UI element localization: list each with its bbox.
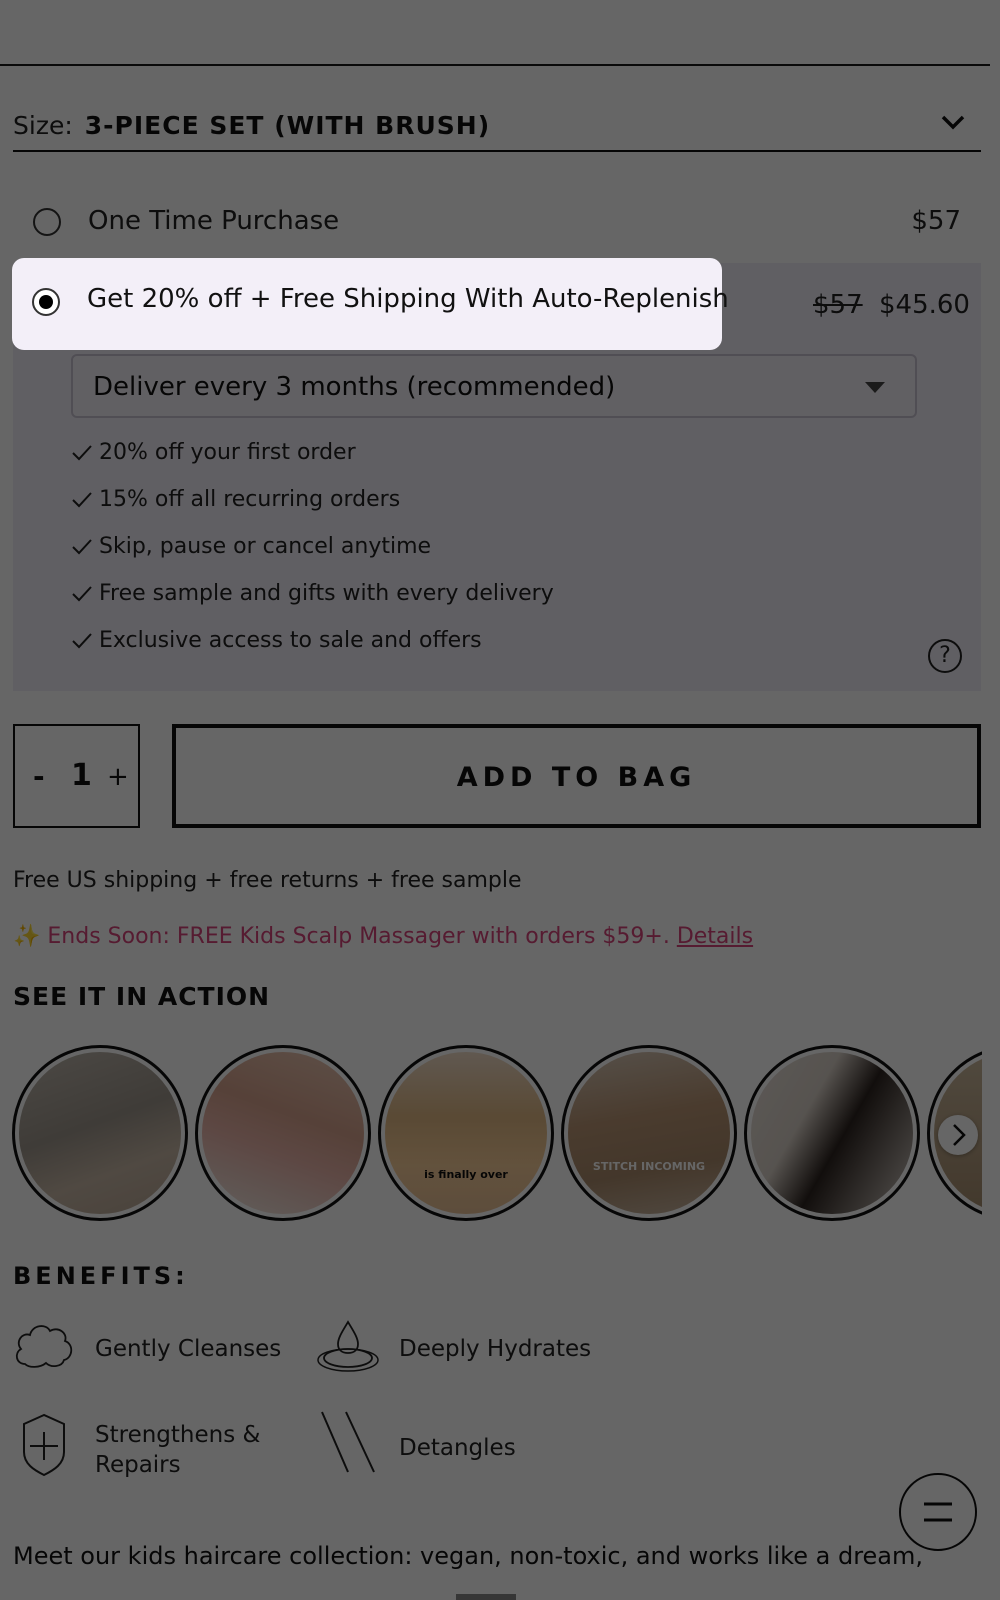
size-selector[interactable]: Size: 3-PIECE SET (WITH BRUSH) [13,100,981,152]
delivery-frequency-select[interactable]: Deliver every 3 months (recommended) [71,354,917,418]
carousel-next-button[interactable] [938,1115,978,1155]
video-thumbnail[interactable] [744,1045,920,1221]
shield-plus-icon [23,1413,65,1477]
water-drop-icon [317,1320,379,1372]
benefit-strengthens-repairs: Strengthens & Repairs [95,1420,260,1480]
benefit-deeply-hydrates: Deeply Hydrates [399,1336,592,1362]
perk-item: Skip, pause or cancel anytime [71,532,554,579]
benefit-gently-cleanses: Gently Cleanses [95,1336,282,1362]
video-thumbnail[interactable]: STITCH INCOMING [561,1045,737,1221]
product-page: Size: 3-PIECE SET (WITH BRUSH) One Time … [0,0,1000,1600]
add-to-bag-button[interactable]: ADD TO BAG [172,724,981,828]
caret-down-icon [865,382,885,393]
one-time-purchase-option[interactable]: One Time Purchase $57 [13,193,981,253]
checkmark-icon [72,539,92,555]
chevron-down-icon[interactable] [939,112,967,132]
video-thumbnail[interactable] [195,1045,371,1221]
divider [0,64,990,66]
perk-text: 15% off all recurring orders [99,487,401,512]
add-to-bag-label: ADD TO BAG [456,762,697,793]
sparkle-icon: ✨ [13,924,41,949]
shipping-note: Free US shipping + free returns + free s… [13,868,522,893]
promo-banner: ✨ Ends Soon: FREE Kids Scalp Massager wi… [13,924,753,949]
increment-button[interactable]: + [107,762,129,792]
checkmark-icon [72,633,92,649]
size-label: Size: [13,110,73,140]
one-time-price: $57 [911,206,961,236]
promo-text: Ends Soon: FREE Kids Scalp Massager with… [40,924,677,949]
quantity-value[interactable]: 1 [71,758,92,793]
video-caption: is finally over [424,1168,508,1181]
video-carousel: is finally over STITCH INCOMING [12,1045,982,1221]
one-time-radio[interactable] [33,208,61,236]
menu-button[interactable] [899,1473,977,1551]
video-caption: STITCH INCOMING [592,1160,706,1173]
see-it-in-action-title: SEE IT IN ACTION [13,982,271,1011]
promo-details-link[interactable]: Details [677,924,753,949]
perk-text: Free sample and gifts with every deliver… [99,581,554,606]
menu-icon [924,1502,952,1522]
perk-item: 15% off all recurring orders [71,485,554,532]
checkmark-icon [72,492,92,508]
benefits-title: BENEFITS: [13,1262,189,1290]
perks-list: 20% off your first order 15% off all rec… [71,438,554,673]
perk-item: 20% off your first order [71,438,554,485]
subscribe-label: Get 20% off + Free Shipping With Auto-Re… [87,284,729,314]
perk-text: 20% off your first order [99,440,356,465]
video-thumbnail[interactable] [12,1045,188,1221]
checkmark-icon [72,445,92,461]
benefit-label-line1: Strengthens & [95,1422,261,1448]
perk-item: Exclusive access to sale and offers [71,626,554,673]
benefit-label-line2: Repairs [95,1452,181,1478]
delivery-frequency-value: Deliver every 3 months (recommended) [93,372,616,402]
subscribe-radio[interactable] [32,288,60,316]
size-value: 3-PIECE SET (WITH BRUSH) [84,110,491,140]
benefit-detangles: Detangles [399,1435,516,1461]
help-icon[interactable]: ? [928,639,962,673]
original-price: $57 [813,290,863,320]
one-time-label: One Time Purchase [88,206,340,236]
checkmark-icon [72,586,92,602]
decrement-button[interactable]: - [33,760,45,793]
perk-text: Skip, pause or cancel anytime [99,534,432,559]
collection-description: Meet our kids haircare collection: vegan… [13,1542,924,1570]
discounted-price: $45.60 [879,290,970,320]
detangle-lines-icon [321,1411,375,1473]
quantity-stepper: - 1 + [13,724,140,828]
chevron-right-icon [953,1124,966,1146]
perk-item: Free sample and gifts with every deliver… [71,579,554,626]
subscribe-option-highlight[interactable]: Get 20% off + Free Shipping With Auto-Re… [12,258,729,350]
scroll-indicator [456,1594,516,1600]
cloud-icon [15,1325,73,1368]
perk-text: Exclusive access to sale and offers [99,628,482,653]
video-thumbnail[interactable]: is finally over [378,1045,554,1221]
